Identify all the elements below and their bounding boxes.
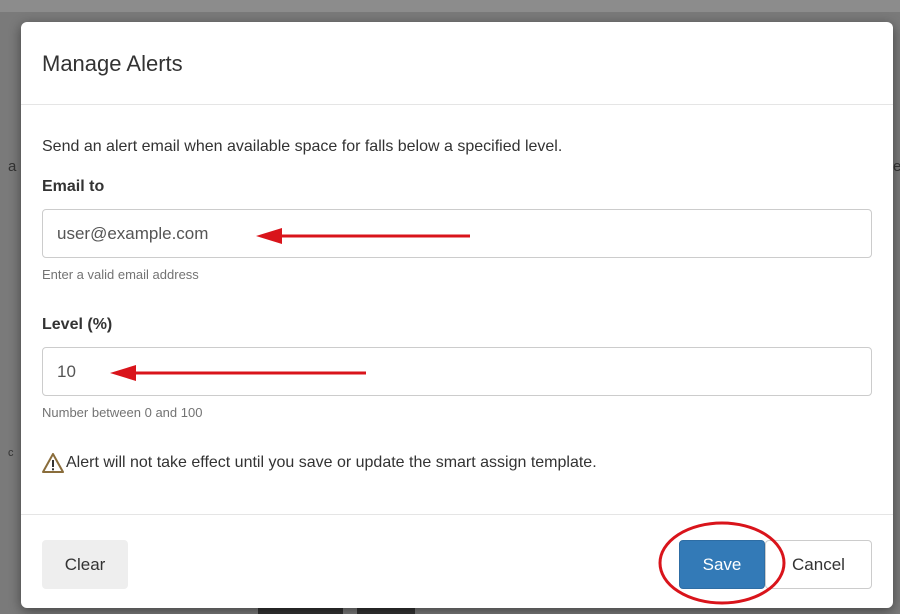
dialog-footer: Clear Save Cancel [21,514,893,609]
dialog-header: Manage Alerts [21,22,893,105]
save-button[interactable]: Save [679,540,765,589]
background-fragment-left: a [8,158,17,175]
level-field[interactable] [42,347,872,396]
dialog-description: Send an alert email when available space… [42,138,563,155]
email-field[interactable] [42,209,872,258]
warning-message: Alert will not take effect until you sav… [42,453,597,473]
level-help-text: Number between 0 and 100 [42,405,203,420]
background-fragment-right: e [893,158,900,175]
warning-text: Alert will not take effect until you sav… [66,454,597,471]
backdrop-top [0,0,900,12]
cancel-button[interactable]: Cancel [765,540,872,589]
manage-alerts-dialog: Manage Alerts Send an alert email when a… [21,22,893,608]
background-fragment-left-2: c [8,447,14,459]
level-label: Level (%) [42,316,113,333]
warning-triangle-icon [42,453,64,473]
email-help-text: Enter a valid email address [42,267,199,282]
email-label: Email to [42,178,105,195]
clear-button[interactable]: Clear [42,540,128,589]
dialog-title: Manage Alerts [42,51,183,76]
